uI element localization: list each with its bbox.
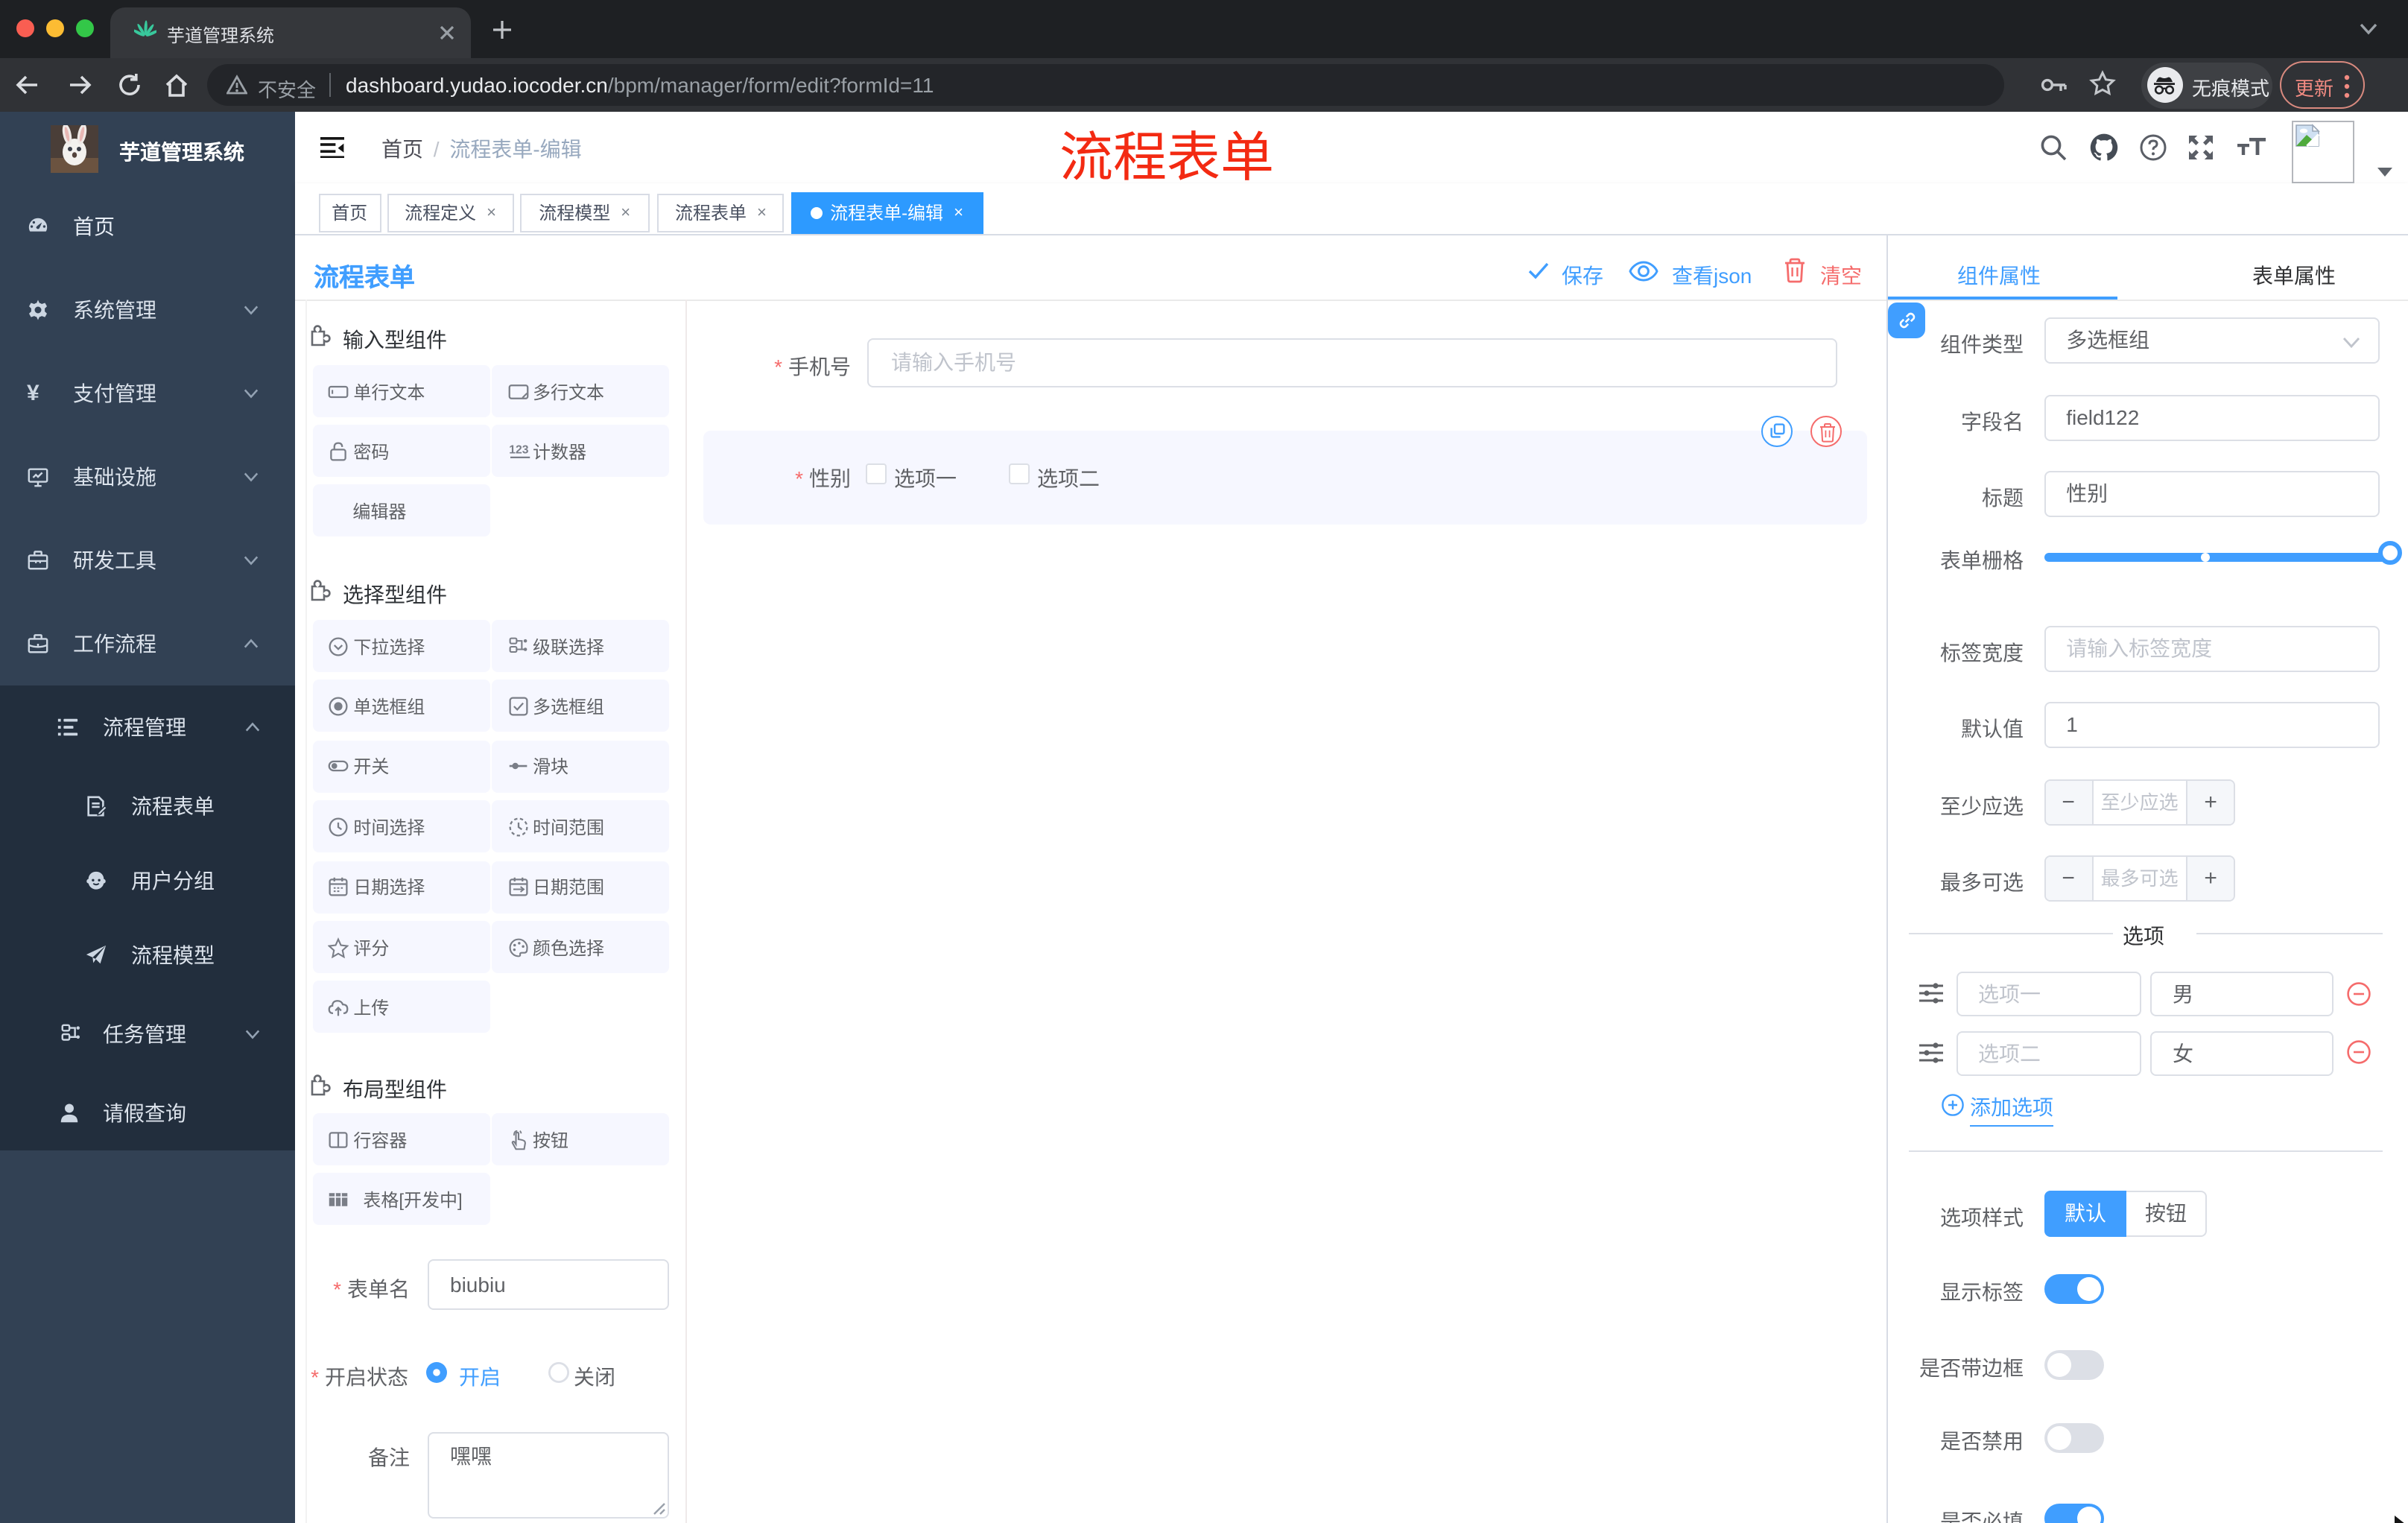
svg-text:123: 123 [508,443,528,456]
